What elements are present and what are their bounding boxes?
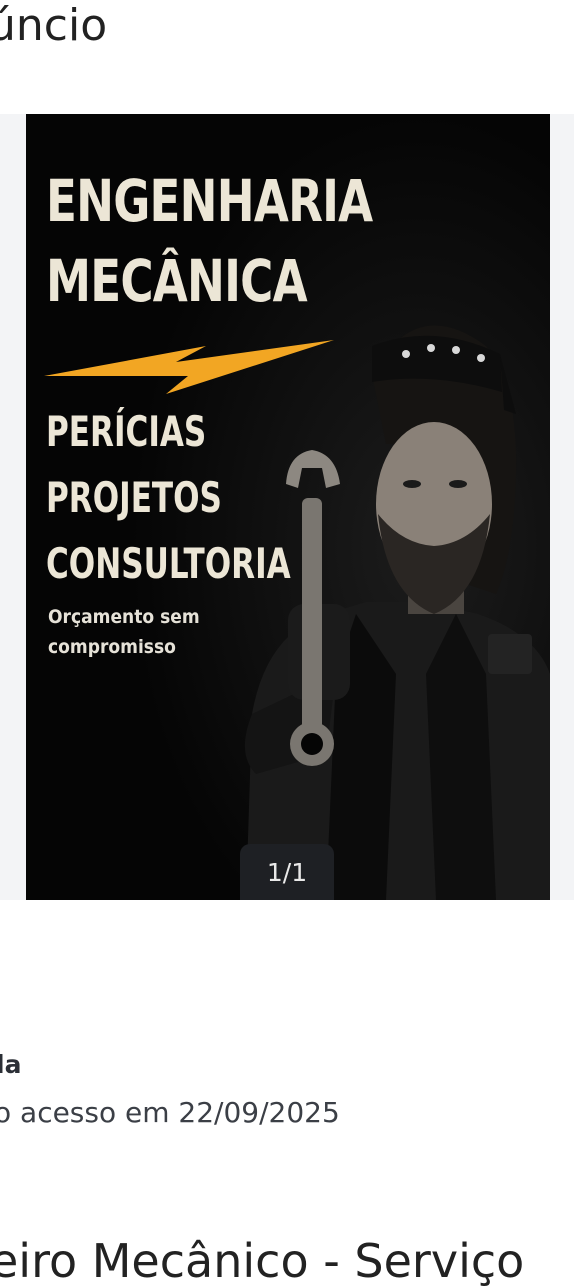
- gallery-next-edge: [550, 114, 574, 900]
- poster-service-3: CONSULTORIA: [46, 539, 291, 588]
- seller-name[interactable]: la: [0, 1050, 21, 1079]
- poster-service-2: PROJETOS: [46, 473, 222, 522]
- image-gallery[interactable]: ENGENHARIA MECÂNICA PERÍCIAS PROJETOS CO…: [0, 114, 574, 900]
- poster-note-line1: Orçamento sem: [48, 606, 200, 628]
- poster-headline-line2: MECÂNICA: [46, 247, 308, 315]
- poster-note-line2: compromisso: [48, 636, 176, 658]
- ad-image[interactable]: ENGENHARIA MECÂNICA PERÍCIAS PROJETOS CO…: [26, 114, 550, 900]
- poster-headline-line1: ENGENHARIA: [46, 167, 373, 235]
- page-title: úncio: [0, 0, 108, 51]
- last-access-text: o acesso em 22/09/2025: [0, 1096, 340, 1129]
- image-counter: 1/1: [240, 844, 334, 900]
- poster-service-1: PERÍCIAS: [46, 407, 207, 456]
